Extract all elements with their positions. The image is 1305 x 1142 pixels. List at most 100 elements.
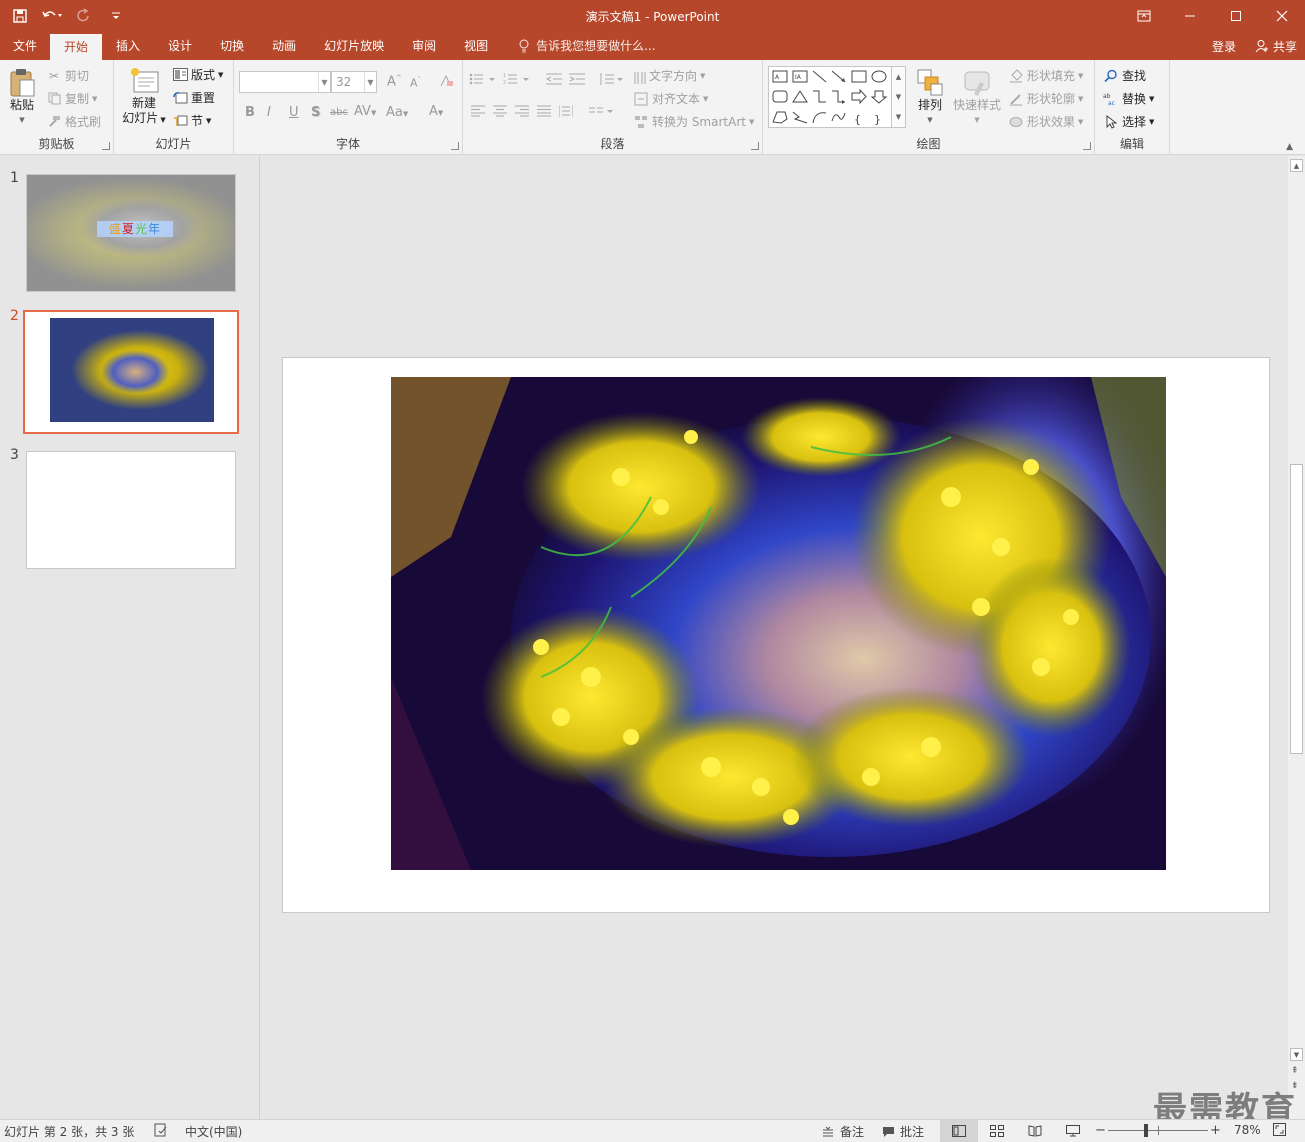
convert-smartart-button[interactable]: 转换为 SmartArt ▼ (633, 113, 754, 130)
slide-sorter-view-icon[interactable] (978, 1120, 1016, 1142)
share-button[interactable]: 共享 (1254, 38, 1297, 55)
zoom-out-icon[interactable]: − (1095, 1123, 1106, 1138)
underline-icon[interactable]: U (289, 105, 299, 120)
flower-wreath-image[interactable] (391, 377, 1166, 870)
minimize-icon[interactable] (1167, 0, 1213, 32)
char-spacing-icon[interactable]: AV▼ (354, 104, 376, 119)
tab-file[interactable]: 文件 (0, 32, 50, 60)
reading-view-icon[interactable] (1016, 1120, 1054, 1142)
increase-indent-icon[interactable] (568, 72, 586, 90)
decrease-indent-icon[interactable] (545, 72, 563, 90)
columns-icon[interactable] (633, 71, 647, 89)
tab-insert[interactable]: 插入 (102, 32, 154, 60)
tab-transitions[interactable]: 切换 (206, 32, 258, 60)
replace-button[interactable]: ab ac 替换 ▼ (1103, 90, 1154, 107)
font-launcher-icon[interactable] (451, 142, 459, 150)
layout-button[interactable]: 版式 ▼ (172, 66, 223, 83)
reset-button[interactable]: 重置 (172, 89, 215, 106)
tab-view[interactable]: 视图 (450, 32, 502, 60)
slide-thumbnail-pane: 1 盛夏光年 2 3 (0, 156, 260, 1119)
numbering-icon[interactable]: 12 (503, 72, 531, 90)
tab-slideshow[interactable]: 幻灯片放映 (310, 32, 398, 60)
bold-icon[interactable]: B (245, 105, 255, 120)
zoom-in-icon[interactable]: + (1210, 1123, 1221, 1138)
change-case-icon[interactable]: Aa▼ (386, 105, 408, 120)
normal-view-icon[interactable] (940, 1120, 978, 1142)
drawing-launcher-icon[interactable] (1083, 142, 1091, 150)
gallery-scroll[interactable]: ▲ ▼ ▼ (892, 66, 906, 128)
section-button[interactable]: 节 ▼ (172, 112, 211, 129)
copy-button[interactable]: 复制 ▼ (46, 90, 97, 107)
chevron-up-icon[interactable]: ▲ (896, 73, 901, 81)
strikethrough-icon[interactable]: abc (330, 107, 348, 118)
clear-formatting-icon[interactable] (438, 74, 454, 92)
quick-styles-button[interactable]: 快速样式 ▼ (950, 68, 1004, 128)
font-color-icon[interactable]: A▼ (429, 104, 443, 119)
slide-thumbnail[interactable] (26, 451, 236, 569)
chevron-down-icon[interactable]: ▼ (318, 72, 330, 92)
paragraph-launcher-icon[interactable] (751, 142, 759, 150)
zoom-slider-thumb[interactable] (1143, 1124, 1148, 1137)
slide-thumbnail-selected[interactable] (23, 310, 239, 434)
reset-label: 重置 (191, 91, 216, 105)
ribbon-display-icon[interactable] (1121, 0, 1167, 32)
select-button[interactable]: 选择 ▼ (1103, 113, 1154, 130)
scroll-up-icon[interactable]: ▲ (1290, 159, 1303, 172)
scroll-thumb[interactable] (1290, 464, 1303, 754)
vertical-scrollbar[interactable]: ▲ ▼ ⇞ ⇟ (1288, 156, 1305, 1119)
spellcheck-icon[interactable] (154, 1123, 168, 1137)
comments-button[interactable]: 批注 (880, 1123, 924, 1140)
decrease-font-icon[interactable]: Aˇ (410, 76, 421, 90)
gallery-more-icon[interactable]: ▼ (896, 113, 901, 121)
maximize-icon[interactable] (1213, 0, 1259, 32)
slideshow-view-icon[interactable] (1054, 1120, 1092, 1142)
italic-icon[interactable]: I (267, 105, 271, 120)
language-indicator[interactable]: 中文(中国) (185, 1123, 242, 1140)
chevron-down-icon[interactable]: ▼ (364, 72, 376, 92)
shapes-gallery[interactable]: A IA { } (768, 66, 892, 128)
previous-slide-icon[interactable]: ⇞ (1291, 1066, 1299, 1076)
arrange-button[interactable]: 排列 ▼ (912, 68, 948, 128)
line-spacing-icon[interactable] (598, 72, 624, 90)
distributed-icon[interactable] (558, 104, 574, 122)
new-slide-button[interactable]: 新建 幻灯片 ▼ (118, 66, 170, 128)
scroll-down-icon[interactable]: ▼ (1290, 1048, 1303, 1061)
find-button[interactable]: 查找 (1103, 67, 1146, 84)
text-direction-button[interactable]: 文字方向 ▼ (649, 67, 705, 84)
align-center-icon[interactable] (493, 105, 507, 121)
window-title: 演示文稿1 - PowerPoint (585, 10, 720, 24)
paste-button[interactable]: 粘贴 ▼ (4, 68, 40, 128)
align-text-button[interactable]: 对齐文本 ▼ (633, 90, 708, 107)
font-size-combo[interactable]: 32 ▼ (331, 71, 377, 93)
slide-thumbnail[interactable]: 盛夏光年 (26, 174, 236, 292)
close-icon[interactable] (1259, 0, 1305, 32)
clipboard-launcher-icon[interactable] (102, 142, 110, 150)
login-link[interactable]: 登录 (1212, 38, 1236, 55)
bullets-icon[interactable] (469, 72, 497, 90)
shape-fill-button[interactable]: 形状填充 ▼ (1008, 67, 1083, 84)
tell-me-box[interactable]: 告诉我您想要做什么... (502, 32, 669, 60)
shape-outline-button[interactable]: 形状轮廓 ▼ (1008, 90, 1083, 107)
justify-icon[interactable] (537, 105, 551, 121)
tab-design[interactable]: 设计 (154, 32, 206, 60)
cut-button[interactable]: ✂ 剪切 (46, 67, 89, 84)
shape-effects-button[interactable]: 形状效果 ▼ (1008, 113, 1083, 130)
chevron-down-icon[interactable]: ▼ (896, 93, 901, 101)
align-left-icon[interactable] (471, 105, 485, 121)
thumbnail-number: 1 (10, 170, 19, 186)
zoom-level[interactable]: 78% (1234, 1123, 1261, 1137)
collapse-ribbon-icon[interactable]: ▲ (1286, 142, 1293, 152)
column-layout-icon[interactable] (589, 104, 615, 122)
notes-button[interactable]: 备注 (820, 1123, 864, 1140)
shadow-icon[interactable]: S (311, 105, 320, 120)
format-painter-button[interactable]: 格式刷 (46, 113, 101, 130)
align-right-icon[interactable] (515, 105, 529, 121)
flower-wreath-image (50, 318, 214, 422)
increase-font-icon[interactable]: A^ (387, 74, 402, 89)
font-name-combo[interactable]: ▼ (239, 71, 331, 93)
tab-animations[interactable]: 动画 (258, 32, 310, 60)
tab-review[interactable]: 审阅 (398, 32, 450, 60)
fit-to-window-icon[interactable] (1273, 1123, 1286, 1136)
slide-canvas[interactable] (282, 357, 1270, 913)
tab-home[interactable]: 开始 (50, 34, 103, 60)
